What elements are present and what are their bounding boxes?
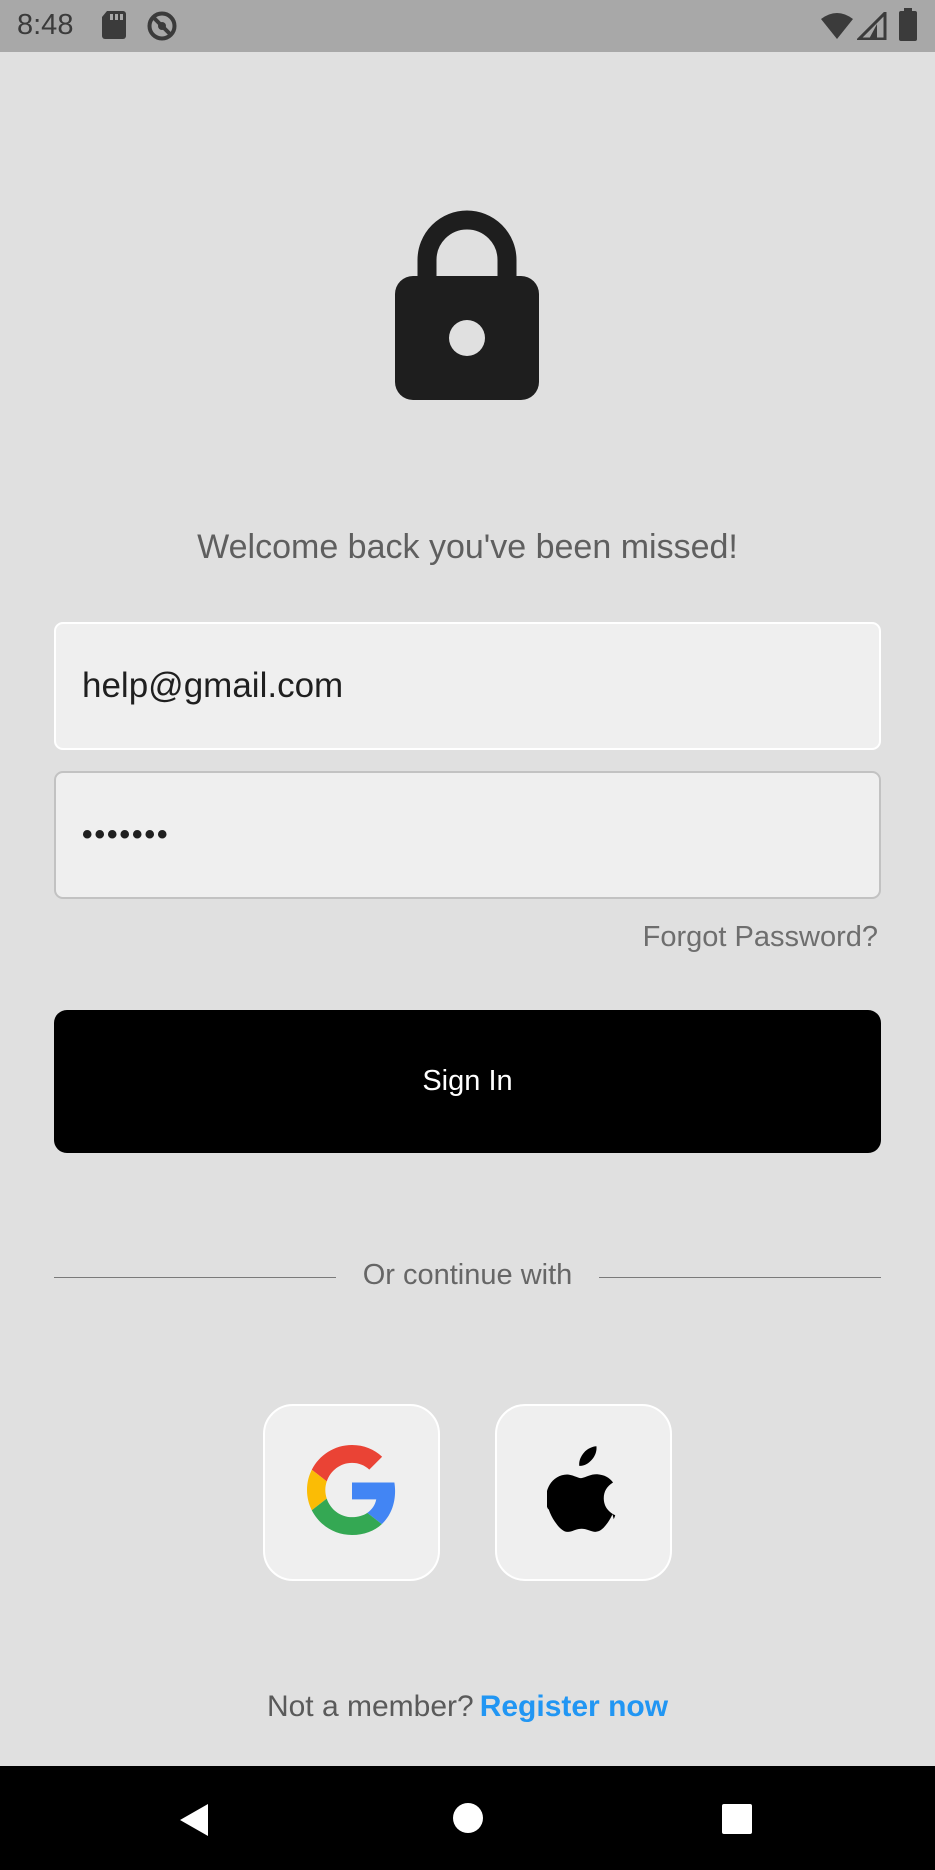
email-value: help@gmail.com xyxy=(82,666,344,705)
battery-icon xyxy=(898,8,918,47)
password-value: ••••••• xyxy=(82,818,170,851)
back-icon[interactable] xyxy=(178,1802,210,1843)
home-icon[interactable] xyxy=(452,1802,484,1839)
register-now-link[interactable]: Register now xyxy=(480,1690,668,1723)
navigation-bar xyxy=(0,1766,935,1870)
divider-line-right xyxy=(599,1277,881,1278)
sign-in-button[interactable]: Sign In xyxy=(54,1010,881,1153)
google-logo-icon xyxy=(306,1445,397,1540)
do-not-disturb-icon xyxy=(146,10,178,47)
sign-in-label: Sign In xyxy=(422,1065,513,1097)
welcome-message: Welcome back you've been missed! xyxy=(197,528,738,566)
apple-logo-icon xyxy=(545,1446,621,1539)
password-field[interactable]: ••••••• xyxy=(54,771,881,899)
login-screen: 8:48 Welcome back you've been missed! he… xyxy=(0,0,935,1870)
lock-icon xyxy=(393,208,541,409)
status-bar: 8:48 xyxy=(0,0,935,52)
divider-text: Or continue with xyxy=(362,1259,573,1291)
status-time: 8:48 xyxy=(17,9,74,41)
register-row: Not a member? Register now xyxy=(0,1690,935,1724)
recent-apps-icon[interactable] xyxy=(721,1803,753,1840)
email-field[interactable]: help@gmail.com xyxy=(54,622,881,750)
not-member-text: Not a member? xyxy=(266,1690,474,1723)
wifi-icon xyxy=(820,12,854,45)
google-signin-button[interactable] xyxy=(263,1404,440,1581)
apple-signin-button[interactable] xyxy=(495,1404,672,1581)
sd-card-icon xyxy=(101,10,127,45)
signal-icon xyxy=(855,9,887,45)
forgot-password-link[interactable]: Forgot Password? xyxy=(643,921,878,954)
